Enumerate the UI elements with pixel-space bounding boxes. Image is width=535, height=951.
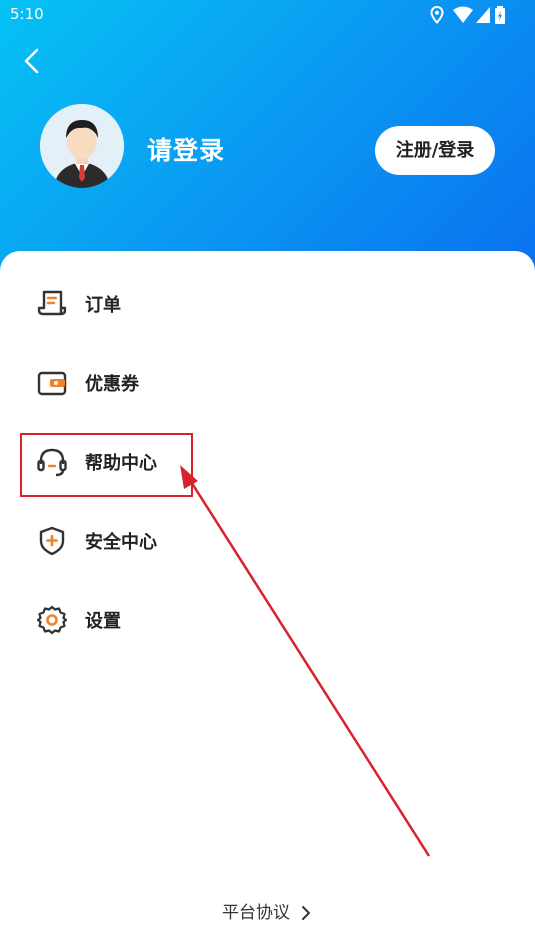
user-avatar-icon (40, 104, 124, 188)
location-icon (430, 6, 444, 24)
menu-label: 订单 (85, 295, 121, 316)
menu-item-security-center[interactable]: 安全中心 (0, 510, 535, 570)
chevron-left-icon[interactable] (18, 46, 48, 76)
status-time: 5:10 (10, 5, 44, 23)
menu-label: 安全中心 (85, 532, 157, 553)
profile-header: 5:10 请登录 注册/登录 (0, 0, 535, 290)
menu-item-orders[interactable]: 订单 (0, 273, 535, 333)
help-center-highlight (20, 433, 193, 497)
login-prompt[interactable]: 请登录 (147, 131, 225, 167)
status-bar: 5:10 (0, 0, 535, 30)
agreement-label: 平台协议 (222, 903, 290, 923)
order-document-icon (37, 290, 67, 316)
wifi-icon (453, 6, 473, 23)
register-login-button[interactable]: 注册/登录 (375, 126, 495, 175)
battery-icon (495, 6, 505, 24)
coupon-wallet-icon (37, 371, 67, 396)
signal-icon (476, 7, 490, 23)
menu-item-settings[interactable]: 设置 (0, 589, 535, 649)
shield-icon (39, 526, 65, 556)
avatar[interactable] (40, 104, 124, 188)
menu-label: 优惠券 (85, 374, 139, 395)
gear-icon (36, 605, 68, 635)
platform-agreement-link[interactable]: 平台协议 (222, 898, 311, 924)
menu-item-coupons[interactable]: 优惠券 (0, 352, 535, 412)
menu-label: 设置 (85, 611, 121, 632)
chevron-right-icon (302, 906, 311, 920)
